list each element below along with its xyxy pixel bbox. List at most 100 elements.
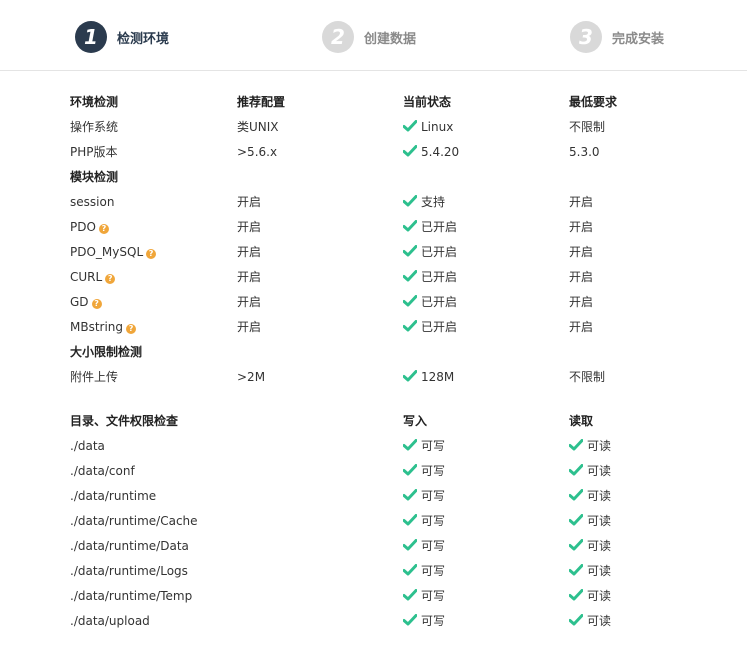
env-name: 操作系统 bbox=[70, 115, 118, 140]
env-minimum-text: 不限制 bbox=[569, 120, 606, 134]
check-icon bbox=[403, 120, 417, 132]
dir-read: 可读 bbox=[569, 509, 611, 534]
dir-path-text: ./data/runtime/Data bbox=[70, 539, 189, 553]
step-label-3: 完成安装 bbox=[612, 31, 665, 47]
limit-recommended-text: >2M bbox=[237, 370, 266, 384]
dir-path: ./data/upload bbox=[70, 609, 150, 634]
module-current: 已开启 bbox=[403, 240, 457, 265]
dir-write-text: 可写 bbox=[421, 439, 446, 453]
module-minimum-text: 开启 bbox=[569, 245, 594, 259]
limit-name-text: 附件上传 bbox=[70, 370, 119, 384]
header-modules: 模块检测 bbox=[70, 165, 118, 190]
dir-write: 可写 bbox=[403, 584, 445, 609]
limits-header-row: 大小限制检测 bbox=[70, 340, 730, 365]
module-current: 已开启 bbox=[403, 290, 457, 315]
env-name-text: PHP版本 bbox=[70, 145, 118, 159]
step-create-data: 2 创建数据 bbox=[322, 20, 416, 54]
check-icon bbox=[403, 270, 417, 282]
module-minimum: 开启 bbox=[569, 215, 593, 240]
check-icon bbox=[569, 464, 583, 476]
check-icon bbox=[403, 564, 417, 576]
step-finish-install: 3 完成安装 bbox=[570, 20, 664, 54]
module-name-text: GD bbox=[70, 295, 89, 309]
dir-path: ./data bbox=[70, 434, 105, 459]
env-minimum-text: 5.3.0 bbox=[569, 145, 600, 159]
module-name: MBstring? bbox=[70, 315, 137, 340]
module-recommended-text: 开启 bbox=[237, 270, 262, 284]
dir-path: ./data/conf bbox=[70, 459, 135, 484]
module-minimum: 开启 bbox=[569, 190, 593, 215]
dir-read-text: 可读 bbox=[587, 439, 612, 453]
header-minimum: 最低要求 bbox=[569, 90, 617, 115]
install-steps: 1 检测环境 2 创建数据 3 完成安装 bbox=[0, 0, 747, 71]
limit-recommended: >2M bbox=[237, 365, 265, 390]
module-current-text: 已开启 bbox=[421, 245, 458, 259]
dir-path: ./data/runtime/Logs bbox=[70, 559, 188, 584]
module-current: 已开启 bbox=[403, 265, 457, 290]
env-minimum: 不限制 bbox=[569, 115, 605, 140]
check-icon bbox=[403, 439, 417, 451]
env-header-row: 环境检测 推荐配置 当前状态 最低要求 bbox=[70, 90, 730, 115]
module-minimum: 开启 bbox=[569, 240, 593, 265]
module-recommended-text: 开启 bbox=[237, 195, 262, 209]
header-read-text: 读取 bbox=[569, 414, 594, 428]
step-number-3: 3 bbox=[570, 21, 602, 53]
dir-read-text: 可读 bbox=[587, 464, 612, 478]
module-name: PDO? bbox=[70, 215, 109, 240]
module-row: GD? 开启 已开启 开启 bbox=[70, 290, 730, 315]
dir-path: ./data/runtime/Cache bbox=[70, 509, 198, 534]
dir-write-text: 可写 bbox=[421, 564, 446, 578]
dir-read: 可读 bbox=[569, 609, 611, 634]
module-minimum: 开启 bbox=[569, 315, 593, 340]
header-current-text: 当前状态 bbox=[403, 95, 452, 109]
dir-write: 可写 bbox=[403, 434, 445, 459]
module-name-text: PDO_MySQL bbox=[70, 245, 144, 259]
module-name-text: CURL bbox=[70, 270, 103, 284]
header-modules-text: 模块检测 bbox=[70, 170, 119, 184]
module-row: PDO? 开启 已开启 开启 bbox=[70, 215, 730, 240]
env-current-text: 5.4.20 bbox=[421, 145, 460, 159]
module-recommended: 开启 bbox=[237, 315, 261, 340]
header-recommended-text: 推荐配置 bbox=[237, 95, 286, 109]
check-icon bbox=[569, 439, 583, 451]
module-recommended: 开启 bbox=[237, 215, 261, 240]
help-icon[interactable]: ? bbox=[98, 224, 109, 234]
check-icon bbox=[569, 589, 583, 601]
header-dirs-text: 目录、文件权限检查 bbox=[70, 414, 179, 428]
dir-write: 可写 bbox=[403, 534, 445, 559]
module-row: session 开启 支持 开启 bbox=[70, 190, 730, 215]
check-icon bbox=[403, 320, 417, 332]
env-name-text: 操作系统 bbox=[70, 120, 119, 134]
dir-write: 可写 bbox=[403, 559, 445, 584]
check-icon bbox=[403, 195, 417, 207]
help-icon[interactable]: ? bbox=[146, 249, 157, 259]
dir-path-text: ./data/upload bbox=[70, 614, 150, 628]
dir-read: 可读 bbox=[569, 584, 611, 609]
module-current-text: 已开启 bbox=[421, 320, 458, 334]
module-recommended: 开启 bbox=[237, 240, 261, 265]
module-minimum: 开启 bbox=[569, 290, 593, 315]
dir-write-text: 可写 bbox=[421, 464, 446, 478]
help-icon[interactable]: ? bbox=[91, 299, 102, 309]
env-row: PHP版本 >5.6.x 5.4.20 5.3.0 bbox=[70, 140, 730, 165]
header-write-text: 写入 bbox=[403, 414, 428, 428]
dir-path: ./data/runtime bbox=[70, 484, 156, 509]
header-limits: 大小限制检测 bbox=[70, 340, 142, 365]
help-icon[interactable]: ? bbox=[105, 274, 116, 284]
dir-read: 可读 bbox=[569, 459, 611, 484]
dir-read-text: 可读 bbox=[587, 564, 612, 578]
module-name: GD? bbox=[70, 290, 102, 315]
env-recommended: >5.6.x bbox=[237, 140, 277, 165]
limit-name: 附件上传 bbox=[70, 365, 118, 390]
dir-write-text: 可写 bbox=[421, 614, 446, 628]
module-name-text: session bbox=[70, 195, 115, 209]
module-row: MBstring? 开启 已开启 开启 bbox=[70, 315, 730, 340]
check-icon bbox=[403, 145, 417, 157]
module-current: 已开启 bbox=[403, 215, 457, 240]
limit-current: 128M bbox=[403, 365, 454, 390]
check-icon bbox=[403, 370, 417, 382]
help-icon[interactable]: ? bbox=[126, 324, 137, 334]
module-recommended: 开启 bbox=[237, 190, 261, 215]
module-minimum-text: 开启 bbox=[569, 195, 594, 209]
check-icon bbox=[403, 464, 417, 476]
